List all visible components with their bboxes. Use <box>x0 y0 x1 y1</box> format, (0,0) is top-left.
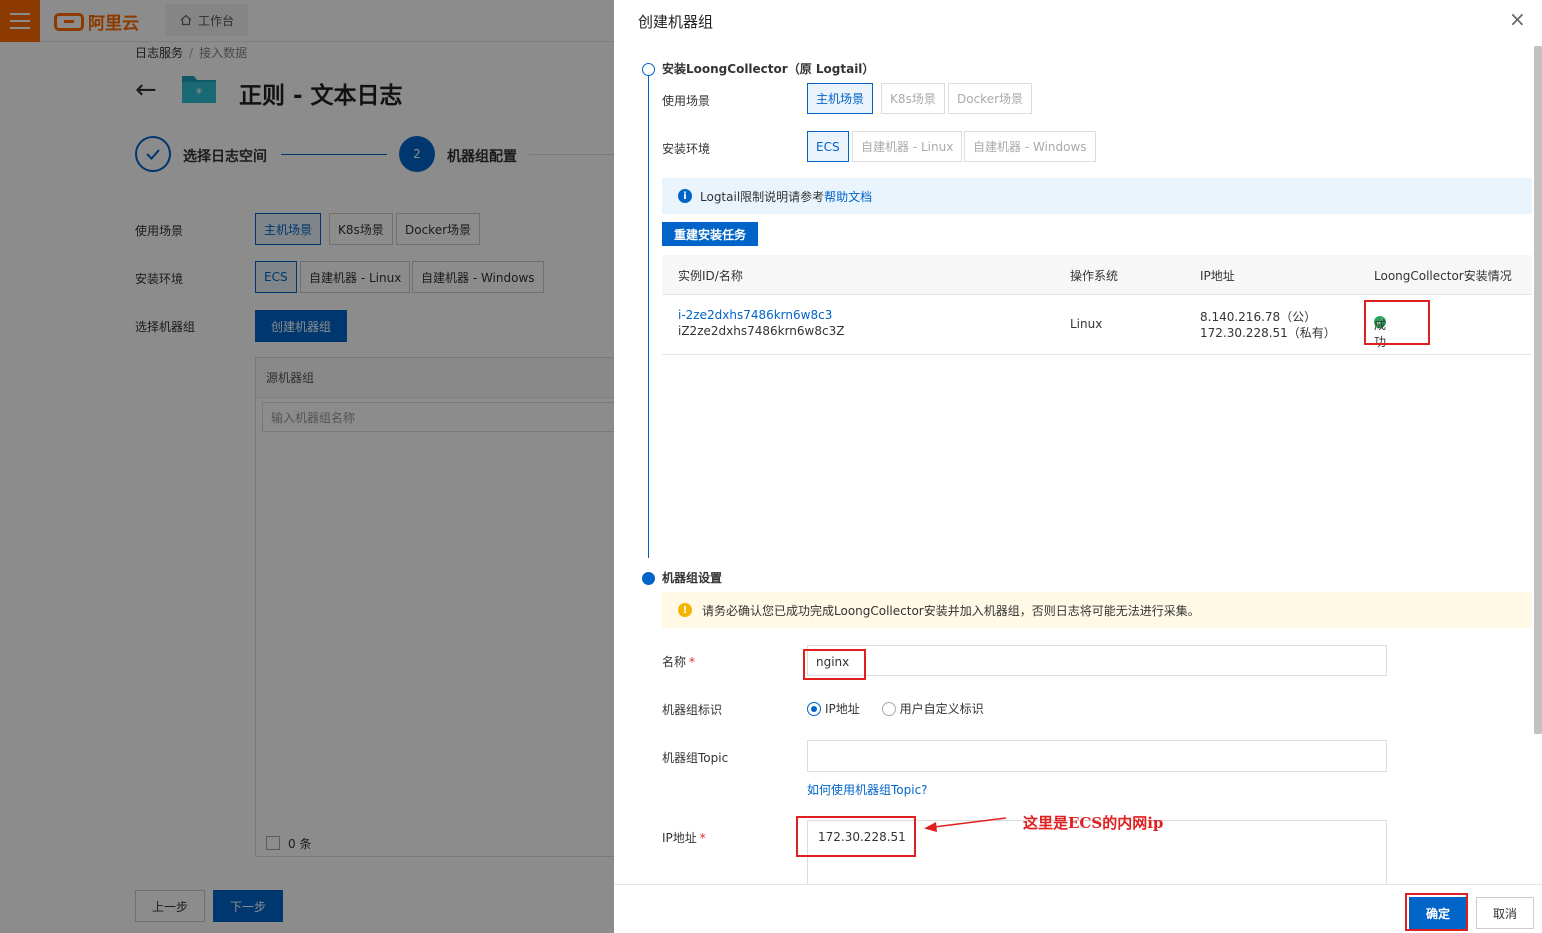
group-section-title: 机器组设置 <box>662 571 723 585</box>
annotation-arrow-icon <box>924 817 1007 832</box>
ip-label: IP地址 * <box>662 829 706 846</box>
modal-overlay[interactable] <box>0 0 614 933</box>
identifier-label: 机器组标识 <box>662 703 723 717</box>
drawer-footer: 确定 取消 <box>614 884 1542 933</box>
info-banner: i Logtail限制说明请参考帮助文档 <box>662 178 1532 214</box>
ip-highlight-box <box>796 816 916 857</box>
confirm-highlight-box <box>1405 893 1468 931</box>
drawer-scene-docker-option[interactable]: Docker场景 <box>948 83 1033 114</box>
drawer-scene-label: 使用场景 <box>662 94 711 108</box>
scrollbar-thumb[interactable] <box>1534 46 1542 734</box>
instance-id-link[interactable]: i-2ze2dxhs7486krn6w8c3 <box>678 308 832 322</box>
col-install-status: LoongCollector安装情况 <box>1374 269 1512 283</box>
radio-ip[interactable]: IP地址 <box>807 702 860 716</box>
drawer-env-linux-option[interactable]: 自建机器 - Linux <box>852 131 963 162</box>
instance-table-header: 实例ID/名称 操作系统 IP地址 LoongCollector安装情况 <box>662 255 1532 295</box>
info-text: Logtail限制说明请参考 <box>700 189 825 204</box>
radio-ip-icon <box>807 702 821 716</box>
required-mark: * <box>689 655 696 669</box>
name-label-text: 名称 <box>662 655 687 669</box>
drawer-scene-host-option[interactable]: 主机场景 <box>807 83 874 114</box>
col-os: 操作系统 <box>1070 269 1119 283</box>
drawer-env-label: 安装环境 <box>662 142 711 156</box>
create-group-drawer: 创建机器组 × 安装LoongCollector（原 Logtail） 使用场景… <box>614 0 1542 933</box>
warning-text: 请务必确认您已成功完成LoongCollector安装并加入机器组，否则日志将可… <box>702 603 1200 618</box>
timeline-dot-group <box>642 572 655 585</box>
name-highlight-box <box>803 649 866 680</box>
radio-ip-label: IP地址 <box>825 702 860 716</box>
install-section-title: 安装LoongCollector（原 Logtail） <box>662 62 875 76</box>
topic-label: 机器组Topic <box>662 751 729 765</box>
instance-name: iZ2ze2dxhs7486krn6w8c3Z <box>678 324 845 338</box>
help-doc-link[interactable]: 帮助文档 <box>824 190 872 204</box>
warning-icon: ! <box>678 603 692 617</box>
identifier-radio-group: IP地址 用户自定义标识 <box>807 700 984 717</box>
col-ip: IP地址 <box>1200 269 1235 283</box>
timeline-line <box>648 76 649 558</box>
close-icon[interactable]: × <box>1509 9 1526 29</box>
drawer-env-windows-option[interactable]: 自建机器 - Windows <box>964 131 1096 162</box>
radio-custom-label: 用户自定义标识 <box>899 702 984 716</box>
ip-label-text: IP地址 <box>662 831 697 845</box>
drawer-title: 创建机器组 <box>638 13 714 31</box>
name-label: 名称 * <box>662 653 695 670</box>
info-icon: i <box>678 189 692 203</box>
ip-required-mark: * <box>699 831 706 845</box>
name-input[interactable]: nginx <box>807 645 1387 676</box>
radio-custom-icon <box>881 702 896 716</box>
annotation-text: 这里是ECS的内网ip <box>1023 814 1164 832</box>
public-ip: 8.140.216.78（公） <box>1200 310 1317 324</box>
timeline-dot-install <box>642 63 655 76</box>
warning-banner: ! 请务必确认您已成功完成LoongCollector安装并加入机器组，否则日志… <box>662 592 1532 628</box>
instance-os: Linux <box>1070 317 1103 331</box>
topic-input[interactable] <box>807 740 1387 772</box>
topic-help-link[interactable]: 如何使用机器组Topic? <box>807 781 928 798</box>
cancel-button[interactable]: 取消 <box>1476 897 1534 929</box>
radio-custom[interactable]: 用户自定义标识 <box>881 702 984 716</box>
status-highlight-box <box>1364 300 1430 345</box>
col-instance: 实例ID/名称 <box>678 269 743 283</box>
private-ip: 172.30.228.51（私有） <box>1200 326 1336 340</box>
drawer-scene-k8s-option[interactable]: K8s场景 <box>881 83 945 114</box>
reinstall-task-button[interactable]: 重建安装任务 <box>662 222 759 246</box>
drawer-env-ecs-option[interactable]: ECS <box>807 131 849 162</box>
